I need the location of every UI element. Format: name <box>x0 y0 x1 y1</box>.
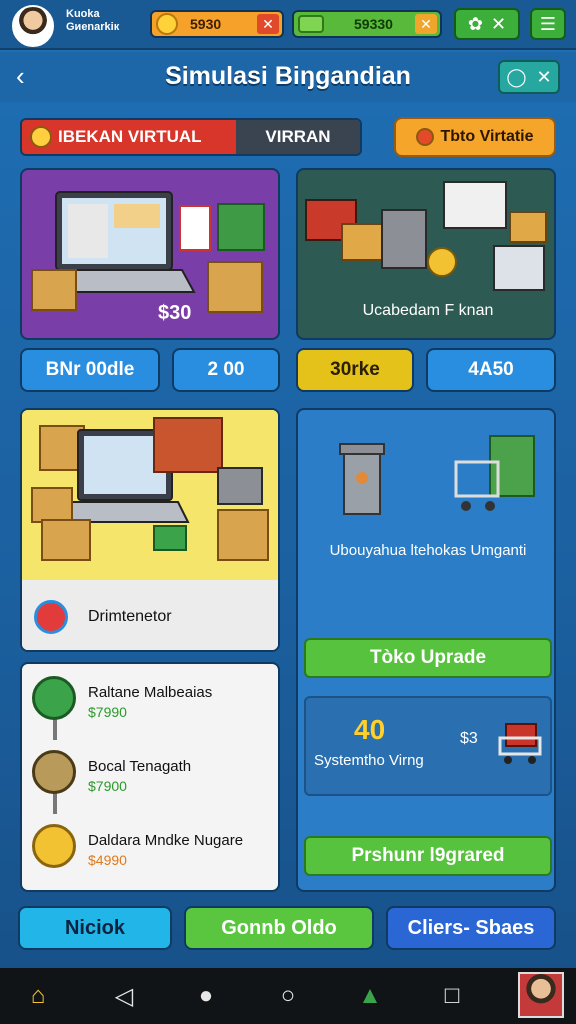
list-item[interactable]: Daldara Mndke Nugare $4990 <box>22 816 278 884</box>
list-item-title: Raltane Malbeaias <box>88 684 213 701</box>
gear-icon: ✿ <box>467 13 483 34</box>
circle-icon[interactable]: ◯ <box>506 67 526 88</box>
menu-button[interactable]: ☰ <box>530 8 566 40</box>
player-name-line2: Gиenarkiк <box>66 21 120 33</box>
bottom-tab-1[interactable]: Niciok <box>18 906 172 950</box>
timer-icon <box>34 600 68 634</box>
menu-icon: ☰ <box>539 13 557 34</box>
stat-button-4[interactable]: 4A50 <box>426 348 556 392</box>
close-icon: ✕ <box>491 13 507 34</box>
robot-icon[interactable]: ▲ <box>356 982 384 1010</box>
upgrade-list: Raltane Malbeaias $7990 Bocal Tenagath $… <box>20 662 280 892</box>
laptop-shop-card[interactable]: $30 <box>20 168 280 340</box>
recents-square-icon[interactable]: □ <box>438 982 466 1010</box>
laptop-store-illustration <box>31 191 265 313</box>
clock-green-icon <box>32 676 76 720</box>
stat-button-1[interactable]: BNr 00dle <box>20 348 160 392</box>
settings-button[interactable]: ✿ ✕ <box>454 8 520 40</box>
warehouse-illustration <box>22 410 278 580</box>
gold-coin-icon <box>32 824 76 868</box>
page-header: ‹ Simulasi Biŋgandian ◯ ✕ <box>0 52 576 102</box>
store-icon <box>416 128 435 146</box>
coin-amount: 5930 <box>190 16 222 32</box>
stat-button-3[interactable]: 30rke <box>296 348 414 392</box>
system-caption: Systemtho Virng <box>314 752 424 769</box>
tab-virran-label: VIRRAN <box>265 127 331 146</box>
store-upgrade-button[interactable]: Tòko Uprade <box>304 638 552 678</box>
laptop-price: $30 <box>158 302 192 324</box>
bottom-tab-2[interactable]: Gonnb Oldo <box>184 906 374 950</box>
warehouse-label: Drimtenetor <box>88 608 172 625</box>
market-stall-label: Ucabedam F knan <box>362 302 494 319</box>
cash-balance: 59330 ✕ <box>292 10 442 38</box>
player-name: Kuoka Gиenarkiк <box>66 8 119 34</box>
tab-virran[interactable]: VIRRAN <box>236 120 360 154</box>
list-item[interactable]: Bocal Tenagath $7900 <box>22 742 278 810</box>
upgrade-level: 40 <box>354 714 386 745</box>
home-circle-icon[interactable]: ○ <box>274 982 302 1010</box>
shopping-cart-icon <box>454 435 535 511</box>
mode-tabs: IBEKAN VIRTUAL VIRRAN <box>20 118 362 156</box>
tab-virtual[interactable]: IBEKAN VIRTUAL <box>22 120 236 154</box>
home-icon[interactable]: ⌂ <box>24 982 52 1010</box>
stopwatch-icon <box>32 750 76 794</box>
header-actions[interactable]: ◯ ✕ <box>498 60 560 94</box>
list-item-title: Daldara Mndke Nugare <box>88 832 244 849</box>
badge-icon <box>30 126 52 148</box>
gamepad-icon[interactable]: ● <box>192 982 220 1010</box>
list-item-price: $7990 <box>88 704 127 720</box>
stat-button-2[interactable]: 2 00 <box>172 348 280 392</box>
premium-upgrade-button[interactable]: Prshunr l9grared <box>304 836 552 876</box>
back-triangle-icon[interactable]: ◁ <box>110 982 138 1010</box>
bottom-tab-3[interactable]: Cliers- Sbaes <box>386 906 556 950</box>
profile-avatar[interactable] <box>518 972 564 1018</box>
store-button[interactable]: Tbto Virtatie <box>394 117 556 157</box>
top-status-bar: Kuoka Gиenarkiк 5930 ✕ 59330 ✕ ✿ ✕ ☰ <box>0 0 576 50</box>
upgrade-panel: Ubouyahua ltehokas Umganti Tòko Uprade 4… <box>296 408 556 892</box>
system-upgrade-box: 40 $3 Systemtho Virng <box>304 696 552 796</box>
tab-virtual-label: IBEKAN VIRTUAL <box>58 127 202 146</box>
upgrade-cost: $3 <box>460 730 478 747</box>
market-stall-card[interactable]: Ucabedam F knan <box>296 168 556 340</box>
page-title: Simulasi Biŋgandian <box>165 62 411 90</box>
coin-icon <box>156 13 178 35</box>
player-avatar[interactable] <box>12 5 54 47</box>
system-nav-bar: ⌂ ◁ ● ○ ▲ □ <box>0 968 576 1024</box>
upgrade-caption: Ubouyahua ltehokas Umganti <box>329 542 527 559</box>
coin-balance: 5930 ✕ <box>150 10 284 38</box>
trash-bin-icon <box>339 443 385 515</box>
cash-amount: 59330 <box>354 16 393 32</box>
cart-icon <box>498 723 542 764</box>
close-icon[interactable]: ✕ <box>537 67 552 88</box>
coin-add-button[interactable]: ✕ <box>257 14 279 34</box>
player-name-line1: Kuoka <box>66 8 100 20</box>
warehouse-card[interactable]: Drimtenetor <box>20 408 280 652</box>
list-item-title: Bocal Tenagath <box>88 758 192 775</box>
list-item-price: $4990 <box>88 852 127 868</box>
warehouse-footer: Drimtenetor <box>22 580 278 650</box>
cash-icon <box>298 15 324 33</box>
store-button-label: Tbto Virtatie <box>440 128 534 145</box>
list-item-price: $7900 <box>88 778 127 794</box>
cash-add-button[interactable]: ✕ <box>415 14 437 34</box>
list-item[interactable]: Raltane Malbeaias $7990 <box>22 668 278 736</box>
